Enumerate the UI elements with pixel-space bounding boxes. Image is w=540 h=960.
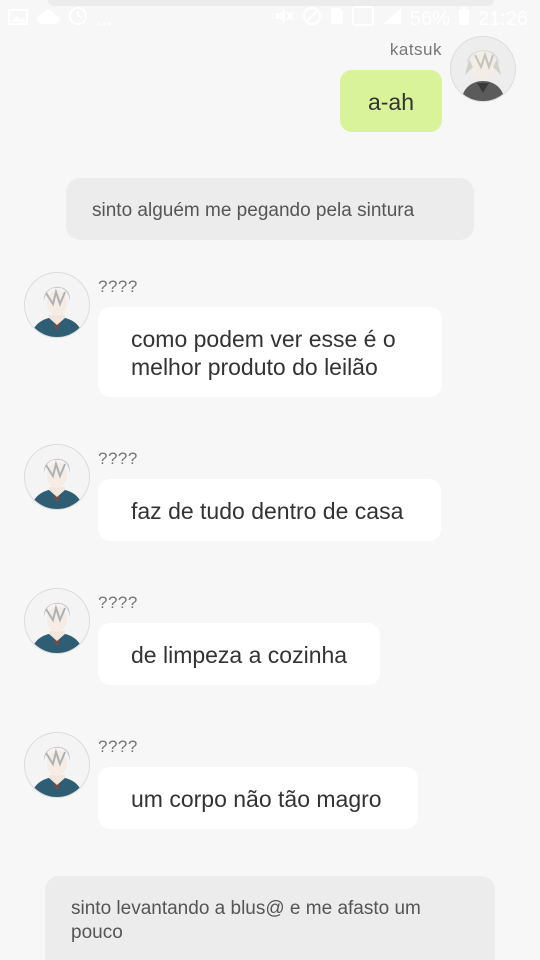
status-bar-right: 56% 21:26	[274, 6, 528, 32]
avatar[interactable]	[24, 272, 90, 338]
sender-name: ????	[98, 277, 138, 296]
sender-name: ????	[98, 593, 138, 612]
mute-icon	[274, 7, 294, 31]
sender-name: ????	[98, 449, 138, 468]
avatar[interactable]	[24, 444, 90, 510]
sender-name: katsuk	[389, 40, 442, 59]
avatar[interactable]	[450, 36, 516, 102]
status-bar-left: ...	[8, 6, 113, 32]
more-icon: ...	[96, 7, 113, 30]
clock-time: 21:26	[477, 7, 528, 30]
avatar-image	[25, 733, 89, 797]
no-signal-icon	[302, 6, 322, 32]
avatar-image	[25, 445, 89, 509]
status-bar: ... 56% 21:26	[0, 0, 540, 36]
narration-text: sinto alguém me pegando pela sintura	[92, 200, 415, 221]
message-text: de limpeza a cozinha	[131, 642, 348, 668]
sim-icon	[330, 7, 344, 31]
message-bubble-incoming[interactable]: um corpo não tão magro	[98, 767, 418, 829]
avatar-image	[25, 273, 89, 337]
narration-bubble[interactable]: sinto alguém me pegando pela sintura	[66, 178, 474, 240]
avatar-image	[451, 37, 515, 101]
battery-percent: 56%	[409, 7, 450, 30]
cloud-icon	[36, 8, 60, 31]
narration-text: sinto levantando a blus@ e me afasto um …	[71, 898, 421, 943]
message-text: como podem ver esse é o melhor produto d…	[131, 326, 396, 380]
sender-name: ????	[98, 737, 138, 756]
message-bubble-outgoing[interactable]: a-ah	[340, 70, 442, 132]
avatar[interactable]	[24, 732, 90, 798]
avatar-image	[25, 589, 89, 653]
picture-icon	[8, 8, 28, 31]
clock-icon	[68, 6, 88, 32]
message-bubble-incoming[interactable]: de limpeza a cozinha	[98, 623, 380, 685]
message-text: a-ah	[367, 89, 415, 115]
message-bubble-incoming[interactable]: faz de tudo dentro de casa	[98, 479, 441, 541]
message-text: faz de tudo dentro de casa	[131, 498, 404, 524]
network-type-icon	[351, 6, 374, 32]
message-bubble-incoming[interactable]: como podem ver esse é o melhor produto d…	[98, 307, 442, 397]
battery-icon	[458, 6, 470, 32]
avatar[interactable]	[24, 588, 90, 654]
narration-bubble[interactable]: sinto levantando a blus@ e me afasto um …	[45, 876, 495, 960]
message-text: um corpo não tão magro	[131, 786, 382, 812]
signal-icon	[382, 7, 402, 31]
